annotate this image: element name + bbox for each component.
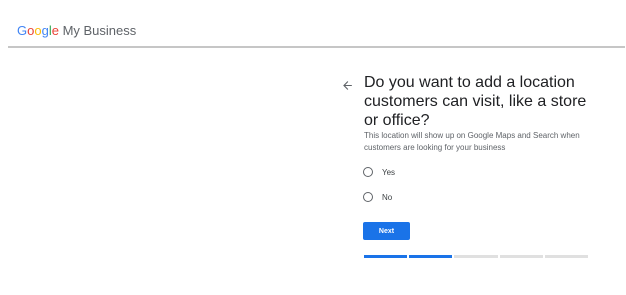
- app-header: Google My Business: [0, 0, 626, 46]
- progress-segment: [454, 255, 498, 258]
- radio-option-yes[interactable]: Yes: [363, 164, 395, 180]
- next-button[interactable]: Next: [363, 222, 410, 240]
- google-my-business-logo[interactable]: Google My Business: [17, 22, 136, 40]
- progress-segment: [409, 255, 453, 258]
- radio-option-no[interactable]: No: [363, 189, 392, 205]
- question-subtitle: This location will show up on Google Map…: [364, 131, 580, 152]
- radio-label-no: No: [382, 192, 393, 202]
- progress-segment: [544, 255, 589, 258]
- back-arrow-icon[interactable]: [341, 79, 354, 92]
- progress-segment: [364, 255, 408, 258]
- progress-bar: [364, 255, 589, 258]
- header-divider: [8, 46, 625, 48]
- progress-segment: [499, 255, 543, 258]
- question-title: Do you want to add a location customers …: [364, 74, 587, 129]
- radio-button-yes[interactable]: [363, 167, 373, 177]
- radio-button-no[interactable]: [363, 192, 373, 202]
- page: Google My Business Do you want to add a …: [0, 0, 626, 295]
- radio-label-yes: Yes: [382, 167, 396, 177]
